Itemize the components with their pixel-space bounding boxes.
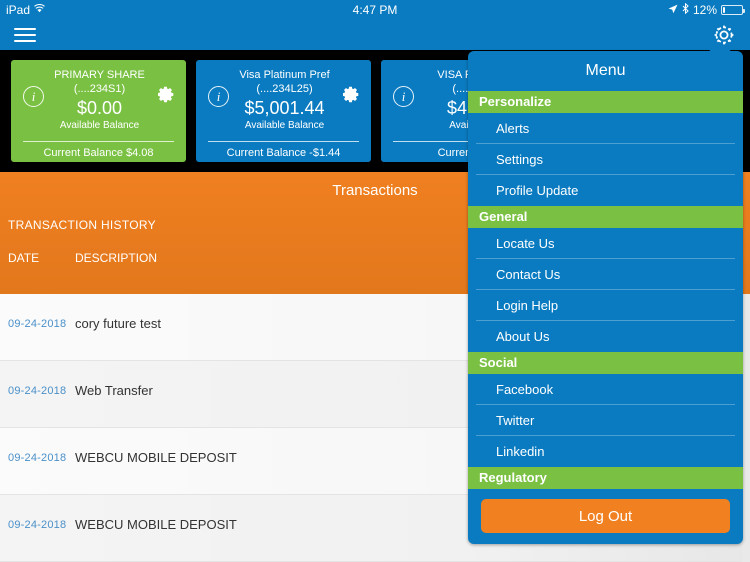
gear-icon[interactable]: [342, 86, 360, 103]
menu-item-settings[interactable]: Settings: [476, 144, 735, 175]
menu-section-regulatory: Regulatory: [468, 467, 743, 489]
battery-icon: [721, 5, 745, 15]
account-card[interactable]: i Visa Platinum Pref (....234L25) $5,001…: [196, 60, 371, 162]
available-balance-label: Available Balance: [59, 120, 140, 131]
menu-item-facebook[interactable]: Facebook: [476, 374, 735, 405]
logout-container: Log Out: [468, 489, 743, 544]
divider: [23, 141, 174, 142]
transaction-history-label: TRANSACTION HISTORY: [8, 218, 156, 232]
menu-section-social: Social: [468, 352, 743, 374]
log-out-button[interactable]: Log Out: [481, 499, 730, 533]
account-name: PRIMARY SHARE: [54, 69, 145, 81]
menu-item-alerts[interactable]: Alerts: [476, 113, 735, 144]
info-icon[interactable]: i: [393, 86, 414, 107]
menu-item-locate-us[interactable]: Locate Us: [476, 228, 735, 259]
hamburger-menu-icon[interactable]: [14, 26, 36, 44]
battery-percent-label: 12%: [692, 3, 717, 17]
transaction-description: WEBCU MOBILE DEPOSIT: [75, 517, 237, 532]
location-arrow-icon: [668, 4, 678, 17]
transaction-description: WEBCU MOBILE DEPOSIT: [75, 450, 237, 465]
available-balance-amount: $5,001.44: [244, 98, 325, 118]
menu-item-contact-us[interactable]: Contact Us: [476, 259, 735, 290]
bluetooth-icon: [682, 2, 689, 17]
menu-item-about-us[interactable]: About Us: [476, 321, 735, 352]
menu-item-linkedin[interactable]: Linkedin: [476, 436, 735, 467]
status-bar-right: 12%: [668, 2, 745, 17]
menu-item-login-help[interactable]: Login Help: [476, 290, 735, 321]
account-name: Visa Platinum Pref: [239, 69, 330, 81]
info-icon[interactable]: i: [208, 86, 229, 107]
app-root: iPad 4:47 PM 12% i PRIMARY SHARE (....23…: [0, 0, 750, 562]
account-number: (....234L25): [256, 83, 313, 95]
transaction-description: Web Transfer: [75, 383, 153, 398]
gear-icon[interactable]: [157, 86, 175, 103]
divider: [208, 141, 359, 142]
account-number: (....234S1): [73, 83, 126, 95]
menu-item-twitter[interactable]: Twitter: [476, 405, 735, 436]
transaction-date: 09-24-2018: [8, 452, 67, 464]
transaction-date: 09-24-2018: [8, 519, 67, 531]
ios-status-bar: iPad 4:47 PM 12%: [0, 0, 750, 20]
menu-popover-caret: [708, 42, 732, 52]
menu-title: Menu: [585, 62, 626, 79]
settings-menu-popover: Menu Personalize Alerts Settings Profile…: [468, 51, 743, 544]
column-header-description: DESCRIPTION: [75, 251, 158, 265]
current-balance-label: Current Balance $4.08: [43, 147, 154, 159]
available-balance-label: Available Balance: [244, 120, 325, 131]
app-navbar: [0, 20, 750, 50]
transaction-date: 09-24-2018: [8, 385, 67, 397]
page-edge-strip: [742, 294, 750, 562]
info-icon[interactable]: i: [23, 86, 44, 107]
menu-section-general: General: [468, 206, 743, 228]
transaction-description: cory future test: [75, 316, 161, 331]
menu-section-personalize: Personalize: [468, 91, 743, 113]
menu-item-profile-update[interactable]: Profile Update: [476, 175, 735, 206]
account-card[interactable]: i PRIMARY SHARE (....234S1) $0.00 Availa…: [11, 60, 186, 162]
transaction-date: 09-24-2018: [8, 318, 67, 330]
current-balance-label: Current Balance -$1.44: [226, 147, 341, 159]
clock-label: 4:47 PM: [352, 3, 398, 17]
available-balance-amount: $0.00: [76, 98, 123, 118]
column-header-date: DATE: [8, 251, 40, 265]
